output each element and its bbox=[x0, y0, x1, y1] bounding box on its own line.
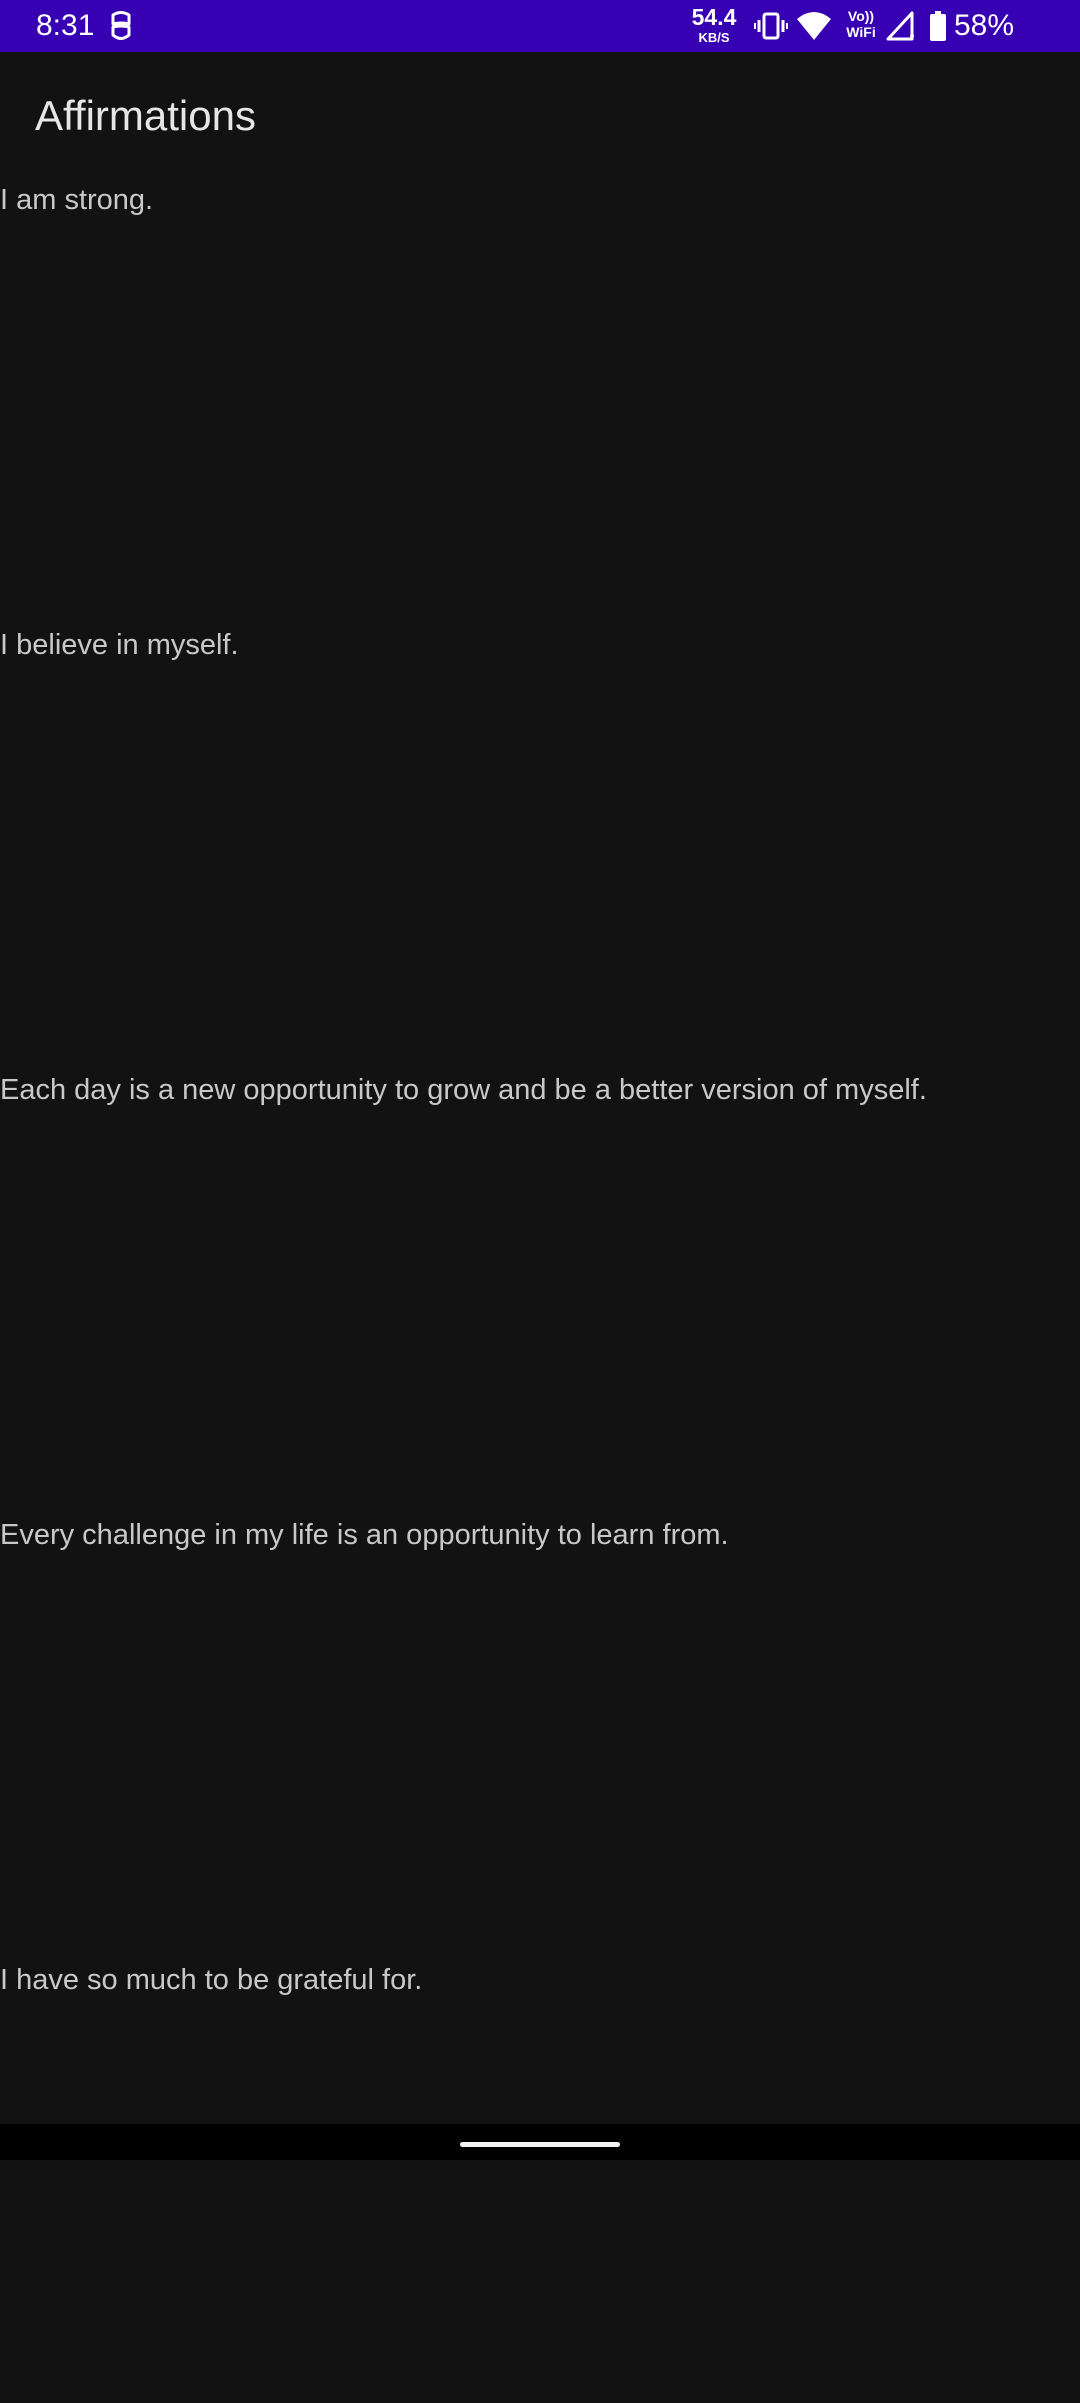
wifi-icon bbox=[797, 12, 831, 40]
notification-icon bbox=[111, 11, 131, 40]
battery-icon bbox=[930, 11, 946, 41]
affirmation-list[interactable]: I am strong. I believe in myself. Each d… bbox=[0, 178, 1080, 2403]
affirmation-item: I am strong. bbox=[0, 184, 154, 216]
battery-percent: 58% bbox=[954, 9, 1015, 42]
affirmation-item: I have so much to be grateful for. bbox=[0, 1964, 423, 1996]
vibrate-icon bbox=[754, 12, 788, 40]
status-bar: 8:31 54.4 KB/S Vo)) WiFi 58% bbox=[0, 0, 1080, 52]
page-title: Affirmations bbox=[35, 92, 256, 139]
navigation-bar bbox=[0, 2124, 1080, 2160]
affirmation-item: I believe in myself. bbox=[0, 629, 239, 661]
affirmation-item: Each day is a new opportunity to grow an… bbox=[0, 1074, 927, 1106]
vowifi-bottom-label: WiFi bbox=[846, 24, 876, 40]
affirmation-item: Every challenge in my life is an opportu… bbox=[0, 1519, 729, 1551]
home-gesture-handle[interactable] bbox=[460, 2142, 620, 2147]
network-speed: 54.4 KB/S bbox=[684, 4, 744, 45]
network-speed-value: 54.4 bbox=[691, 4, 737, 30]
cell-signal-icon bbox=[886, 11, 914, 41]
vowifi-indicator: Vo)) WiFi bbox=[843, 9, 879, 39]
status-time: 8:31 bbox=[36, 9, 95, 42]
network-speed-unit: KB/S bbox=[698, 30, 730, 45]
vowifi-top-label: Vo)) bbox=[847, 8, 875, 24]
